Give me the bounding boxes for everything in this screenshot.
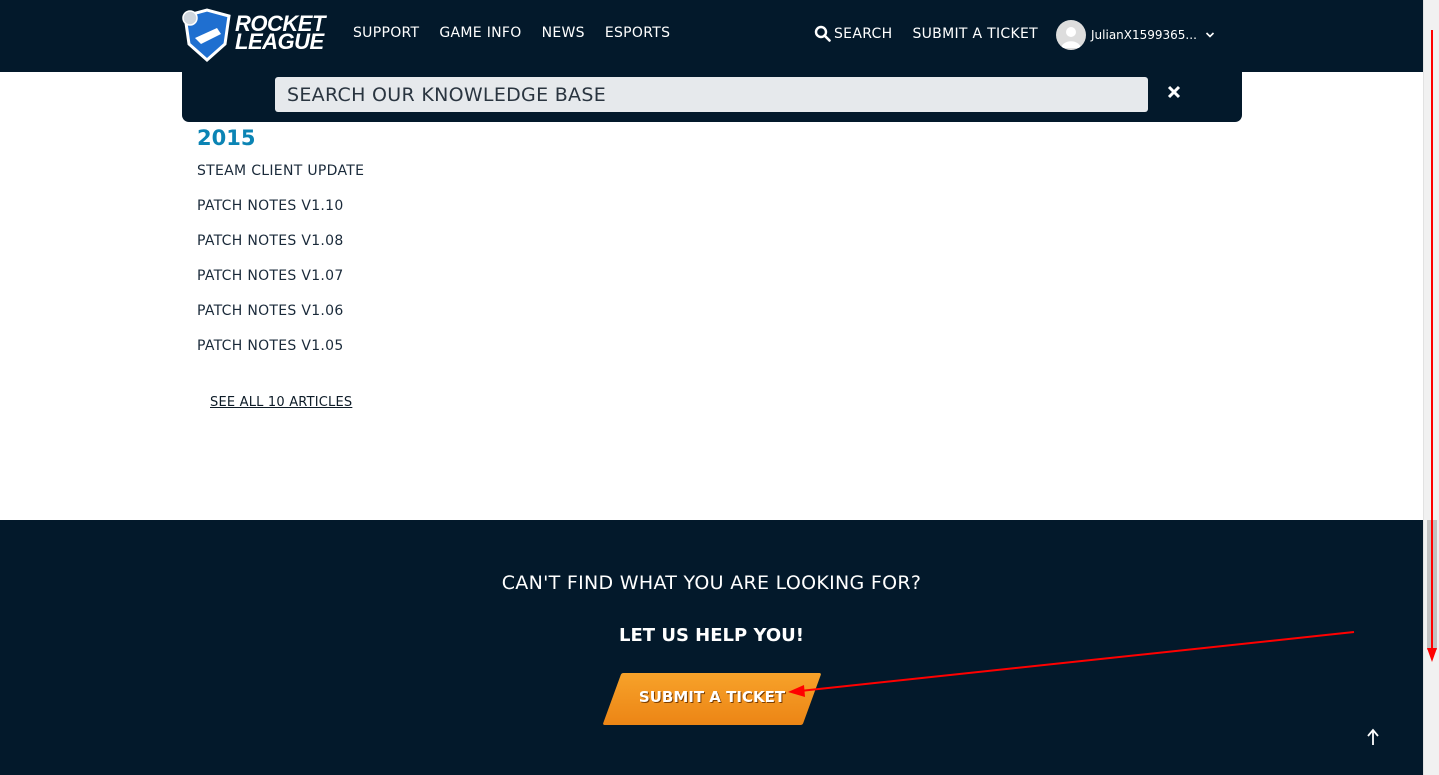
scrollbar-thumb[interactable] — [1427, 520, 1437, 650]
page-scrollbar[interactable] — [1423, 0, 1439, 775]
utility-nav: SEARCH SUBMIT A TICKET — [814, 25, 1058, 42]
nav-esports[interactable]: ESPORTS — [605, 25, 670, 41]
chevron-down-icon — [1205, 32, 1214, 38]
article-link[interactable]: PATCH NOTES V1.08 — [197, 233, 344, 249]
rocket-league-logo[interactable]: ROCKET LEAGUE — [181, 8, 326, 63]
search-icon — [814, 25, 831, 42]
avatar-icon — [1056, 20, 1086, 50]
arrow-up-icon[interactable] — [1364, 727, 1382, 747]
article-link[interactable]: STEAM CLIENT UPDATE — [197, 163, 364, 179]
header-submit-ticket-link[interactable]: SUBMIT A TICKET — [912, 26, 1038, 42]
help-footer: CAN'T FIND WHAT YOU ARE LOOKING FOR? LET… — [0, 520, 1423, 775]
list-item: PATCH NOTES V1.06 — [197, 302, 364, 337]
user-name: JulianX1599365... — [1091, 28, 1197, 42]
article-link[interactable]: PATCH NOTES V1.07 — [197, 268, 344, 284]
rocket-league-shield-icon — [182, 8, 231, 63]
submit-ticket-button[interactable]: SUBMIT A TICKET — [602, 673, 822, 725]
see-all-articles-link[interactable]: SEE ALL 10 ARTICLES — [210, 395, 352, 410]
article-list: STEAM CLIENT UPDATE PATCH NOTES V1.10 PA… — [197, 162, 364, 372]
list-item: PATCH NOTES V1.07 — [197, 267, 364, 302]
main-nav: SUPPORT GAME INFO NEWS ESPORTS — [353, 25, 690, 41]
submit-ticket-label: SUBMIT A TICKET — [638, 688, 786, 706]
close-icon[interactable] — [1166, 84, 1182, 100]
list-item: PATCH NOTES V1.10 — [197, 197, 364, 232]
nav-game-info[interactable]: GAME INFO — [439, 25, 521, 41]
section-year-heading: 2015 — [197, 126, 256, 150]
article-link[interactable]: PATCH NOTES V1.10 — [197, 198, 344, 214]
header-search-button[interactable]: SEARCH — [814, 25, 892, 42]
logo-wordmark: ROCKET LEAGUE — [235, 11, 325, 54]
list-item: PATCH NOTES V1.05 — [197, 337, 364, 372]
footer-question: CAN'T FIND WHAT YOU ARE LOOKING FOR? — [501, 572, 922, 594]
knowledge-base-search-bar — [182, 72, 1242, 122]
header-search-label: SEARCH — [834, 25, 893, 42]
nav-news[interactable]: NEWS — [542, 25, 585, 41]
nav-support[interactable]: SUPPORT — [353, 25, 419, 41]
article-link[interactable]: PATCH NOTES V1.06 — [197, 303, 344, 319]
user-menu[interactable]: JulianX1599365... — [1056, 20, 1215, 50]
list-item: STEAM CLIENT UPDATE — [197, 162, 364, 197]
article-link[interactable]: PATCH NOTES V1.05 — [197, 338, 344, 354]
site-header: ROCKET LEAGUE SUPPORT GAME INFO NEWS ESP… — [0, 0, 1423, 72]
search-input[interactable] — [275, 77, 1148, 112]
footer-help-heading: LET US HELP YOU! — [619, 625, 804, 646]
list-item: PATCH NOTES V1.08 — [197, 232, 364, 267]
